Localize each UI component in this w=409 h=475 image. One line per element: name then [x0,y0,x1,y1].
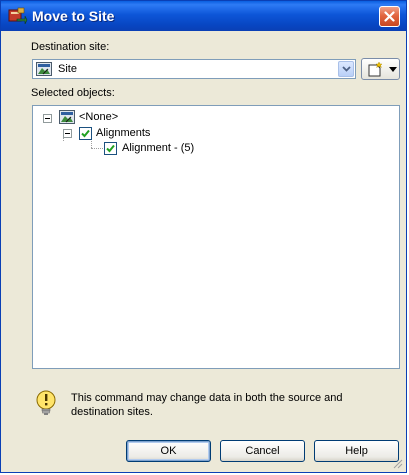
site-icon [59,110,75,124]
cancel-button[interactable]: Cancel [220,440,305,462]
alignments-checkbox[interactable] [79,127,92,140]
chevron-down-icon [341,66,351,72]
collapse-toggle[interactable] [43,114,52,123]
tree-node-label: <None> [79,111,119,123]
create-site-button[interactable] [361,58,400,80]
destination-site-combo[interactable]: Site [32,59,356,79]
tree-node-alignments[interactable]: Alignments [33,125,233,141]
tree-node-alignment[interactable]: Alignment - (5) [33,140,253,156]
new-site-icon [368,61,383,77]
caret-down-icon [389,67,397,72]
collapse-toggle[interactable] [63,129,72,138]
site-icon [36,62,52,76]
resize-grip-icon[interactable] [392,458,403,469]
move-to-site-icon [8,7,28,24]
move-to-site-dialog: Move to Site Destination site: Site Sele… [0,0,407,473]
selected-objects-label: Selected objects: [31,87,115,99]
check-icon [81,129,90,138]
destination-site-label: Destination site: [31,41,110,53]
tree-node-none[interactable]: <None> [33,110,233,126]
close-icon [384,11,395,22]
info-lightbulb-icon [36,390,56,415]
destination-site-value: Site [58,63,77,75]
selected-objects-tree[interactable]: <None> Alignments Alignment - (5) [32,105,400,369]
ok-button[interactable]: OK [126,440,211,462]
dialog-title: Move to Site [32,8,115,24]
tree-node-label: Alignment - (5) [122,142,195,154]
alignment-checkbox[interactable] [104,142,117,155]
destination-dropdown-button[interactable] [338,61,354,77]
tree-node-label: Alignments [96,127,151,139]
check-icon [106,144,115,153]
help-button[interactable]: Help [314,440,399,462]
info-message: This command may change data in both the… [71,392,343,418]
close-button[interactable] [379,6,400,27]
title-bar[interactable]: Move to Site [1,1,406,31]
